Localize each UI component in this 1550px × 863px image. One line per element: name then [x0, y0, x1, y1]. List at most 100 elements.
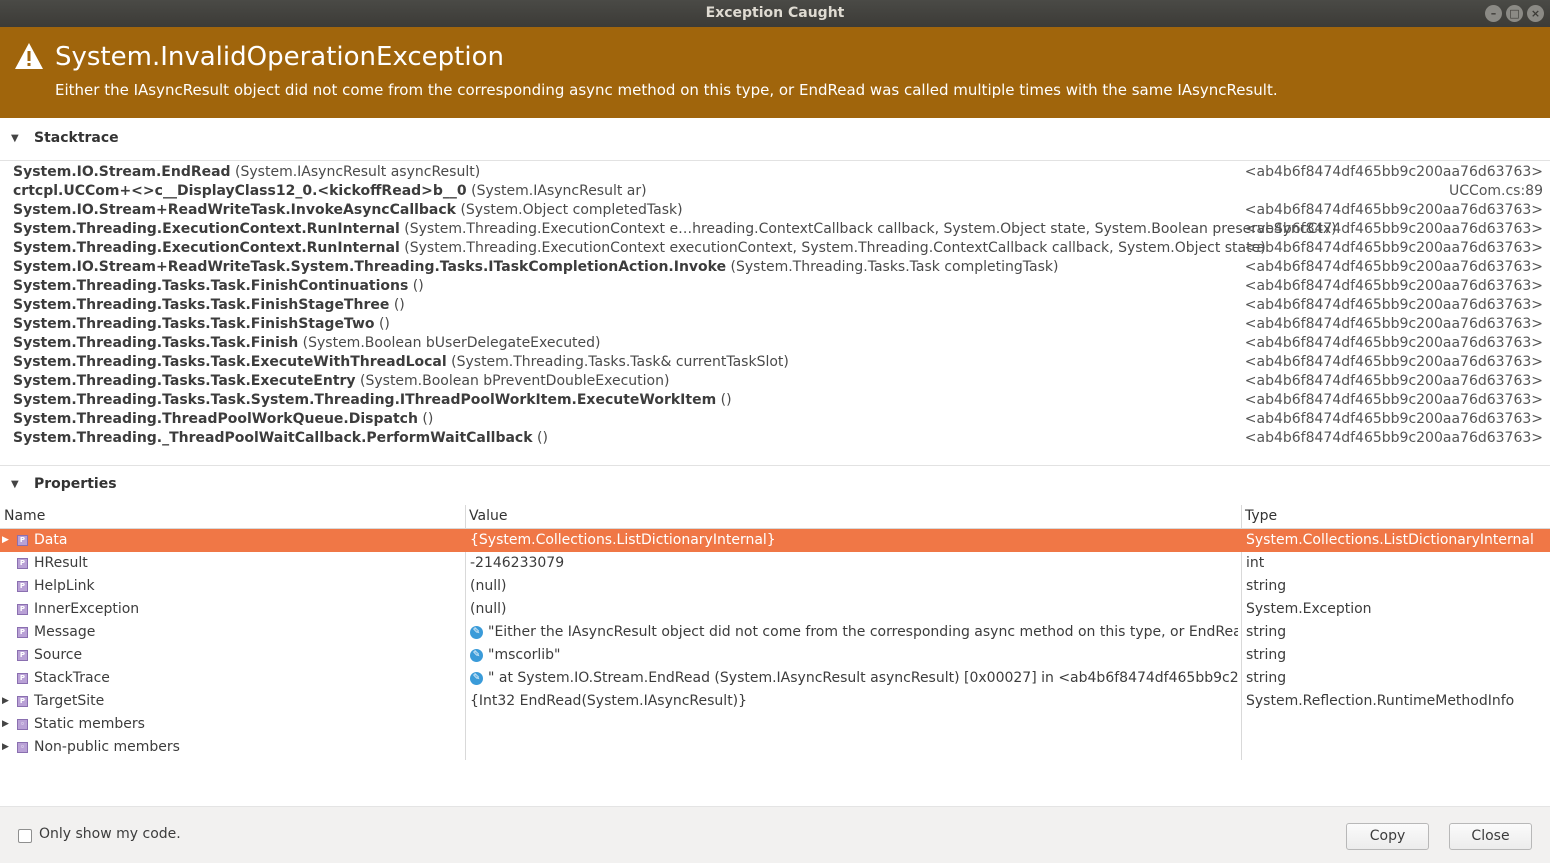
property-type: string	[1246, 647, 1287, 663]
column-header-name[interactable]: Name	[4, 505, 45, 528]
stacktrace-label: Stacktrace	[34, 130, 119, 146]
frame-method: System.IO.Stream.EndRead	[13, 164, 231, 180]
property-row-source[interactable]: P Source ✎ "mscorlib" string	[0, 644, 1550, 667]
expand-arrow-icon[interactable]: ▶	[2, 736, 9, 759]
exception-banner: System.InvalidOperationException Either …	[0, 27, 1550, 118]
property-name: Data	[34, 532, 68, 548]
frame-location: <ab4b6f8474df465bb9c200aa76d63763>	[1244, 335, 1543, 351]
stack-frame[interactable]: System.Threading.Tasks.Task.Finish (Syst…	[13, 334, 1543, 353]
frame-args: (System.Threading.Tasks.Task completingT…	[730, 259, 1059, 275]
frame-args: (System.Threading.Tasks.Task& currentTas…	[451, 354, 789, 370]
property-row-static-members[interactable]: ▶ ◦ Static members	[0, 713, 1550, 736]
property-type: System.Exception	[1246, 601, 1372, 617]
frame-method: System.Threading.Tasks.Task.Finish	[13, 335, 299, 351]
frame-args: (System.IAsyncResult asyncResult)	[235, 164, 481, 180]
property-value: {Int32 EndRead(System.IAsyncResult)}	[470, 693, 748, 709]
maximize-icon[interactable]: □	[1506, 5, 1523, 22]
members-group-icon: ◦	[17, 719, 28, 730]
property-row-message[interactable]: P Message ✎ "Either the IAsyncResult obj…	[0, 621, 1550, 644]
column-header-value[interactable]: Value	[469, 505, 507, 528]
expander-down-icon[interactable]: ▼	[11, 479, 19, 490]
properties-grid[interactable]: Name Value Type ▶ P Data {System.Collect…	[0, 505, 1550, 760]
property-value: "mscorlib"	[488, 647, 561, 663]
property-value: (null)	[470, 601, 507, 617]
frame-args: (System.Boolean bUserDelegateExecuted)	[302, 335, 601, 351]
stack-frame[interactable]: System.Threading.Tasks.Task.FinishContin…	[13, 277, 1543, 296]
property-row-data[interactable]: ▶ P Data {System.Collections.ListDiction…	[0, 529, 1550, 552]
property-name: Message	[34, 624, 96, 640]
frame-method: System.Threading.Tasks.Task.FinishStageT…	[13, 316, 375, 332]
frame-location: <ab4b6f8474df465bb9c200aa76d63763>	[1244, 259, 1543, 275]
frame-location: <ab4b6f8474df465bb9c200aa76d63763>	[1244, 221, 1543, 237]
expand-arrow-icon[interactable]: ▶	[2, 713, 9, 736]
stacktrace-header[interactable]: ▼ Stacktrace	[0, 120, 1550, 158]
exception-message: Either the IAsyncResult object did not c…	[55, 81, 1278, 99]
frame-args: (System.IAsyncResult ar)	[471, 183, 647, 199]
exception-type: System.InvalidOperationException	[55, 42, 504, 72]
frame-method: System.Threading.Tasks.Task.ExecuteWithT…	[13, 354, 447, 370]
frame-location: <ab4b6f8474df465bb9c200aa76d63763>	[1244, 411, 1543, 427]
stack-frame[interactable]: System.Threading.ExecutionContext.RunInt…	[13, 220, 1543, 239]
frame-method: crtcpl.UCCom+<>c__DisplayClass12_0.<kick…	[13, 183, 467, 199]
frame-args: ()	[720, 392, 732, 408]
property-name: Non-public members	[34, 739, 180, 755]
frame-args: ()	[378, 316, 390, 332]
frame-location: <ab4b6f8474df465bb9c200aa76d63763>	[1244, 354, 1543, 370]
only-my-code-label[interactable]: Only show my code.	[39, 826, 181, 842]
property-name: StackTrace	[34, 670, 110, 686]
stack-frame[interactable]: System.IO.Stream+ReadWriteTask.InvokeAsy…	[13, 201, 1543, 220]
property-row-innerexception[interactable]: P InnerException (null) System.Exception	[0, 598, 1550, 621]
edit-pencil-icon[interactable]: ✎	[470, 649, 483, 662]
frame-method: System.Threading.Tasks.Task.FinishStageT…	[13, 297, 390, 313]
frame-method: System.Threading.Tasks.Task.System.Threa…	[13, 392, 717, 408]
copy-button[interactable]: Copy	[1346, 823, 1429, 850]
property-name: TargetSite	[34, 693, 105, 709]
stack-frame[interactable]: System.Threading.ThreadPoolWorkQueue.Dis…	[13, 410, 1543, 429]
property-row-targetsite[interactable]: ▶ P TargetSite {Int32 EndRead(System.IAs…	[0, 690, 1550, 713]
expander-down-icon[interactable]: ▼	[11, 133, 19, 144]
edit-pencil-icon[interactable]: ✎	[470, 672, 483, 685]
frame-method: System.Threading._ThreadPoolWaitCallback…	[13, 430, 533, 446]
properties-header[interactable]: ▼ Properties	[0, 465, 1550, 503]
dialog-footer: Only show my code. Copy Close	[0, 806, 1550, 863]
property-icon: P	[17, 604, 28, 615]
stack-frame[interactable]: System.Threading.Tasks.Task.ExecuteWithT…	[13, 353, 1543, 372]
stack-frame[interactable]: System.Threading.Tasks.Task.FinishStageT…	[13, 315, 1543, 334]
stack-frame[interactable]: System.IO.Stream+ReadWriteTask.System.Th…	[13, 258, 1543, 277]
property-row-hresult[interactable]: P HResult -2146233079 int	[0, 552, 1550, 575]
stack-frame[interactable]: System.Threading._ThreadPoolWaitCallback…	[13, 429, 1543, 448]
frame-location: <ab4b6f8474df465bb9c200aa76d63763>	[1244, 316, 1543, 332]
members-group-icon: ◦	[17, 742, 28, 753]
minimize-icon[interactable]: –	[1485, 5, 1502, 22]
expand-arrow-icon[interactable]: ▶	[2, 529, 9, 552]
property-name: Static members	[34, 716, 145, 732]
frame-args: (System.Object completedTask)	[460, 202, 683, 218]
window-title: Exception Caught	[705, 5, 845, 21]
property-row-helplink[interactable]: P HelpLink (null) string	[0, 575, 1550, 598]
property-name: InnerException	[34, 601, 140, 617]
property-icon: P	[17, 696, 28, 707]
property-name: HResult	[34, 555, 88, 571]
frame-location: <ab4b6f8474df465bb9c200aa76d63763>	[1244, 297, 1543, 313]
close-button[interactable]: Close	[1449, 823, 1532, 850]
stack-frame[interactable]: System.Threading.Tasks.Task.ExecuteEntry…	[13, 372, 1543, 391]
frame-method: System.Threading.Tasks.Task.ExecuteEntry	[13, 373, 356, 389]
frame-location: <ab4b6f8474df465bb9c200aa76d63763>	[1244, 373, 1543, 389]
edit-pencil-icon[interactable]: ✎	[470, 626, 483, 639]
stack-frame[interactable]: System.Threading.Tasks.Task.FinishStageT…	[13, 296, 1543, 315]
property-row-stacktrace[interactable]: P StackTrace ✎ " at System.IO.Stream.End…	[0, 667, 1550, 690]
column-header-type[interactable]: Type	[1245, 505, 1277, 528]
stack-frame[interactable]: System.IO.Stream.EndRead (System.IAsyncR…	[13, 163, 1543, 182]
stacktrace-list[interactable]: System.IO.Stream.EndRead (System.IAsyncR…	[0, 160, 1550, 460]
property-row-nonpublic-members[interactable]: ▶ ◦ Non-public members	[0, 736, 1550, 759]
property-type: System.Collections.ListDictionaryInterna…	[1246, 532, 1534, 548]
stack-frame[interactable]: System.Threading.ExecutionContext.RunInt…	[13, 239, 1543, 258]
only-my-code-checkbox[interactable]	[18, 829, 32, 843]
expand-arrow-icon[interactable]: ▶	[2, 690, 9, 713]
property-icon: P	[17, 673, 28, 684]
close-window-icon[interactable]: ×	[1527, 5, 1544, 22]
property-type: System.Reflection.RuntimeMethodInfo	[1246, 693, 1515, 709]
property-value: " at System.IO.Stream.EndRead (System.IA…	[488, 670, 1238, 686]
stack-frame[interactable]: System.Threading.Tasks.Task.System.Threa…	[13, 391, 1543, 410]
stack-frame[interactable]: crtcpl.UCCom+<>c__DisplayClass12_0.<kick…	[13, 182, 1543, 201]
